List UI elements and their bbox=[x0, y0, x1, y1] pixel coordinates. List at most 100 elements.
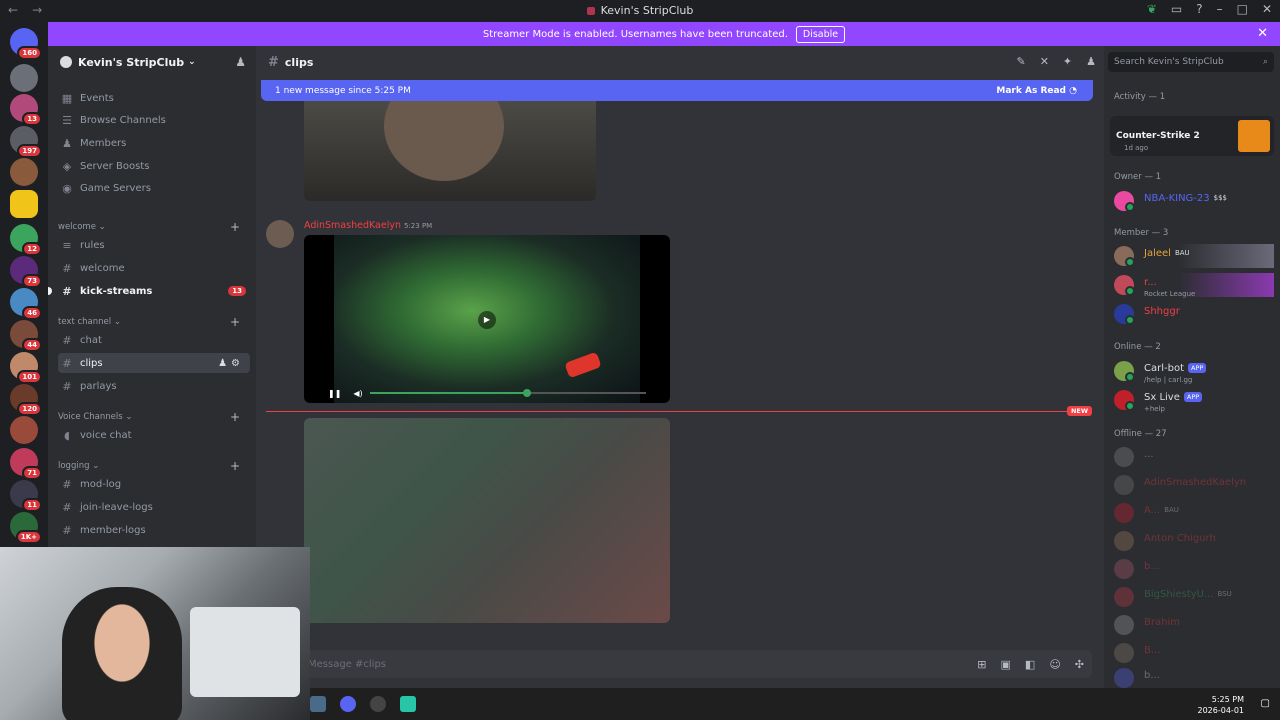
mark-as-read-button[interactable]: Mark As Read ◔ bbox=[996, 86, 1077, 96]
member-list-icon[interactable]: ♟ bbox=[1086, 55, 1096, 68]
server-icon[interactable]: 120 bbox=[10, 384, 42, 416]
channel-voice-chat[interactable]: ◖ voice chat bbox=[58, 425, 250, 445]
invite-people-icon[interactable]: ♟ bbox=[235, 55, 246, 69]
create-channel-icon[interactable]: + bbox=[230, 315, 240, 329]
category-text-channel[interactable]: text channel ⌄ + bbox=[58, 315, 250, 329]
volume-icon[interactable]: ◀) bbox=[353, 389, 362, 398]
play-icon[interactable]: ▶ bbox=[478, 311, 496, 329]
server-icon[interactable]: 46 bbox=[10, 288, 42, 320]
member-item[interactable]: b... bbox=[1114, 666, 1274, 690]
member-item[interactable]: A... BAU bbox=[1114, 501, 1274, 525]
server-icon[interactable] bbox=[10, 64, 38, 92]
streamer-mode-banner: Streamer Mode is enabled. Usernames have… bbox=[48, 22, 1280, 46]
discord-icon[interactable] bbox=[340, 696, 356, 712]
server-icon[interactable]: 13 bbox=[10, 94, 42, 126]
member-item[interactable]: Sx Live APP +help bbox=[1114, 388, 1274, 413]
message-composer[interactable]: Message #clips ⊞ ▣ ◧ ☺ ✣ bbox=[266, 650, 1092, 678]
pin-icon[interactable]: ✦ bbox=[1063, 55, 1072, 68]
member-item[interactable]: ... bbox=[1114, 445, 1274, 469]
notification-bell-icon[interactable]: ▢ bbox=[1261, 698, 1270, 709]
nitro-icon[interactable]: ❦ bbox=[1147, 2, 1157, 16]
category-logging[interactable]: logging ⌄ + bbox=[58, 459, 250, 473]
create-channel-icon[interactable]: + bbox=[230, 220, 240, 234]
sidebar-item-game-servers[interactable]: ◉ Game Servers bbox=[58, 178, 250, 198]
badge: 46 bbox=[22, 306, 42, 320]
channel-welcome[interactable]: # welcome bbox=[58, 258, 250, 278]
activity-card[interactable]: Counter-Strike 2 1d ago bbox=[1110, 116, 1274, 156]
new-messages-bar[interactable]: 1 new message since 5:25 PM Mark As Read… bbox=[261, 80, 1093, 101]
member-item[interactable]: r... Rocket League bbox=[1114, 273, 1274, 298]
emoji-icon[interactable]: ☺ bbox=[1049, 658, 1060, 671]
gift-icon[interactable]: ⊞ bbox=[977, 658, 986, 671]
threads-icon[interactable]: ✎ bbox=[1016, 55, 1025, 68]
member-item[interactable]: Brahim bbox=[1114, 613, 1274, 637]
channel-clips[interactable]: # clips ♟⚙ bbox=[58, 353, 250, 373]
channel-join-leave-logs[interactable]: # join-leave-logs bbox=[58, 497, 250, 517]
app-icon[interactable] bbox=[400, 696, 416, 712]
server-icon[interactable]: 1K+ bbox=[10, 512, 42, 544]
search-input[interactable]: Search Kevin's StripClub ⌕ bbox=[1108, 52, 1274, 72]
minimize-icon[interactable]: – bbox=[1217, 2, 1223, 16]
server-icon[interactable] bbox=[10, 416, 38, 444]
category-welcome[interactable]: welcome ⌄ + bbox=[58, 220, 250, 234]
server-icon[interactable] bbox=[10, 190, 38, 218]
server-icon[interactable]: 11 bbox=[10, 480, 42, 512]
video-attachment[interactable]: ▶ ❚❚ ◀) bbox=[304, 235, 670, 403]
member-item[interactable]: NBA-KING-23 $$$ bbox=[1114, 189, 1274, 213]
sidebar-item-members[interactable]: ♟ Members bbox=[58, 133, 250, 153]
sidebar-item-events[interactable]: ▦ Events bbox=[58, 88, 250, 108]
previous-video-attachment[interactable] bbox=[304, 101, 596, 201]
obs-icon[interactable] bbox=[370, 696, 386, 712]
gif-icon[interactable]: ▣ bbox=[1001, 658, 1011, 671]
disable-streamer-mode-button[interactable]: Disable bbox=[795, 25, 846, 43]
message-author[interactable]: AdinSmashedKaelyn bbox=[304, 220, 401, 231]
badge: 1K+ bbox=[15, 530, 42, 544]
server-icon[interactable] bbox=[10, 158, 38, 186]
channel-chat[interactable]: # chat bbox=[58, 330, 250, 350]
sidebar-item-server-boosts[interactable]: ◈ Server Boosts bbox=[58, 156, 250, 176]
channel-member-logs[interactable]: # member-logs bbox=[58, 520, 250, 540]
sidebar-item-browse-channels[interactable]: ☰ Browse Channels bbox=[58, 110, 250, 130]
channel-mod-log[interactable]: # mod-log bbox=[58, 474, 250, 494]
server-icon[interactable]: 73 bbox=[10, 256, 42, 288]
inbox-icon[interactable]: ▭ bbox=[1171, 2, 1182, 16]
notifications-muted-icon[interactable]: ✕ bbox=[1040, 55, 1049, 68]
member-item[interactable]: Shhggr bbox=[1114, 302, 1274, 326]
member-item[interactable]: Anton Chigurh bbox=[1114, 529, 1274, 553]
maximize-icon[interactable]: □ bbox=[1237, 2, 1248, 16]
pause-icon[interactable]: ❚❚ bbox=[328, 389, 341, 398]
gear-icon[interactable]: ⚙ bbox=[231, 358, 244, 369]
member-item[interactable]: Jaleel BAU bbox=[1114, 244, 1274, 268]
member-item[interactable]: b... bbox=[1114, 557, 1274, 581]
server-icon[interactable]: 12 bbox=[10, 224, 42, 256]
badge: 71 bbox=[22, 466, 42, 480]
member-tag: BSU bbox=[1217, 590, 1232, 598]
channel-parlays[interactable]: # parlays bbox=[58, 376, 250, 396]
home-button[interactable]: 160 bbox=[10, 28, 42, 60]
create-channel-icon[interactable]: + bbox=[230, 410, 240, 424]
help-icon[interactable]: ? bbox=[1196, 2, 1202, 16]
server-icon[interactable]: 71 bbox=[10, 448, 42, 480]
system-clock[interactable]: 5:25 PM 2026-04-01 bbox=[1198, 694, 1245, 716]
apps-icon[interactable]: ✣ bbox=[1075, 658, 1084, 671]
member-item[interactable]: AdinSmashedKaelyn bbox=[1114, 473, 1274, 497]
sticker-icon[interactable]: ◧ bbox=[1025, 658, 1035, 671]
video-progress-bar[interactable] bbox=[370, 389, 646, 397]
server-icon[interactable]: 197 bbox=[10, 126, 42, 158]
channel-kick-streams[interactable]: # kick-streams 13 bbox=[58, 281, 250, 301]
server-icon[interactable]: 101 bbox=[10, 352, 42, 384]
member-item[interactable]: B... bbox=[1114, 641, 1274, 665]
member-item[interactable]: BigShiestyU... BSU bbox=[1114, 585, 1274, 609]
channel-rules[interactable]: ≡ rules bbox=[58, 235, 250, 255]
create-channel-icon[interactable]: + bbox=[230, 459, 240, 473]
invite-icon[interactable]: ♟ bbox=[218, 358, 231, 369]
close-icon[interactable]: ✕ bbox=[1257, 26, 1268, 41]
file-explorer-icon[interactable] bbox=[310, 696, 326, 712]
avatar[interactable] bbox=[266, 220, 294, 248]
server-icon[interactable]: 44 bbox=[10, 320, 42, 352]
member-item[interactable]: Carl-bot APP /help | carl.gg bbox=[1114, 359, 1274, 384]
video-attachment-loading[interactable] bbox=[304, 418, 670, 623]
category-voice-channels[interactable]: Voice Channels ⌄ + bbox=[58, 410, 250, 424]
server-header[interactable]: Kevin's StripClub ⌄ ♟ bbox=[48, 46, 256, 78]
close-window-icon[interactable]: ✕ bbox=[1262, 2, 1272, 16]
